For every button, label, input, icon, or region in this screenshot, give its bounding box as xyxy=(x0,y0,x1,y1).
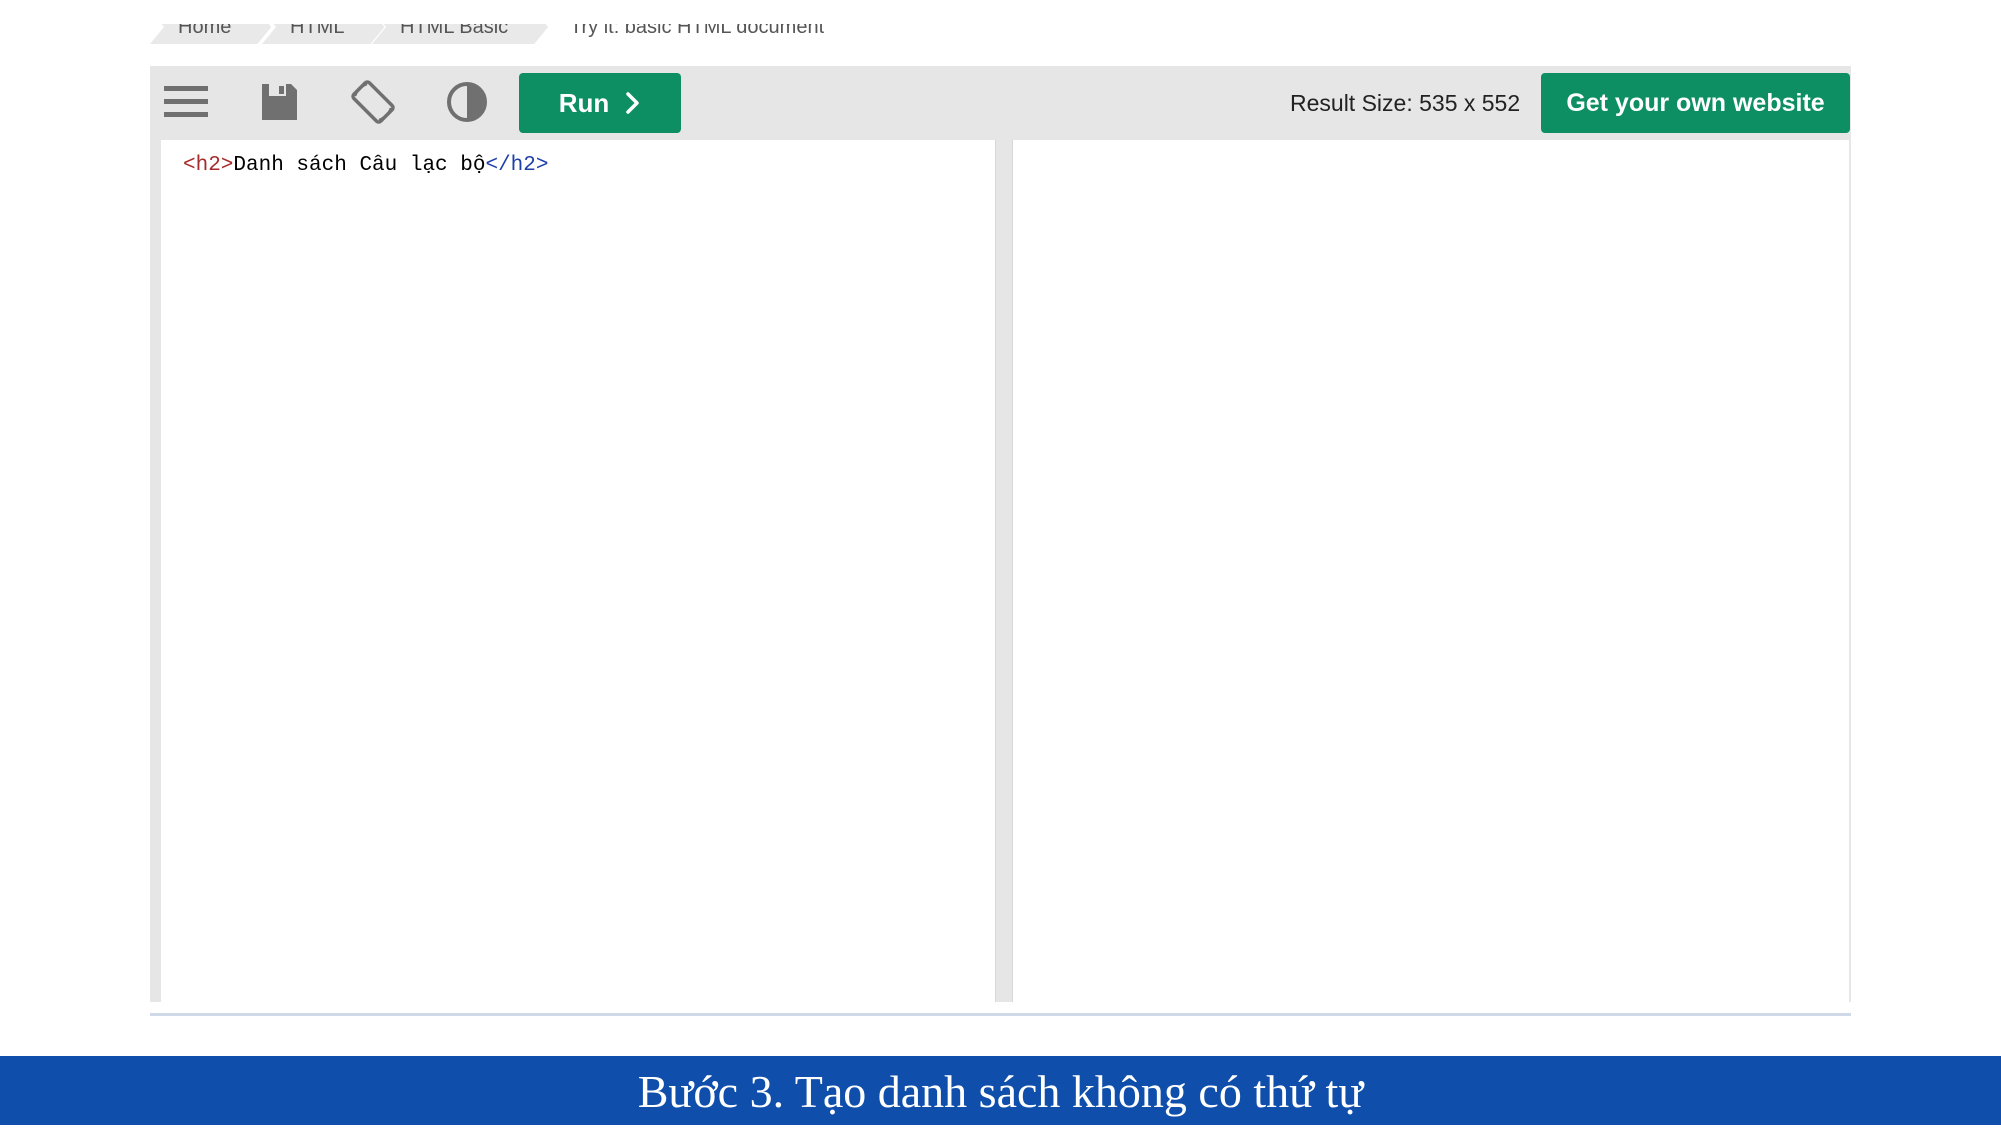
caption-bar: Bước 3. Tạo danh sách không có thứ tự xyxy=(0,1056,2001,1125)
contrast-theme-icon[interactable] xyxy=(443,78,491,126)
run-button-label: Run xyxy=(558,87,610,118)
code-editor[interactable]: <h2>Danh sách Câu lạc bộ</h2> xyxy=(161,140,996,1002)
code-text: Danh sách Câu lạc bộ xyxy=(233,154,486,177)
result-size-label: Result Size: 535 x 552 xyxy=(1290,90,1521,116)
rotate-orientation-icon[interactable] xyxy=(349,78,397,126)
breadcrumb: Home HTML HTML Basic Try it: basic HTML … xyxy=(150,24,1850,58)
result-preview xyxy=(1012,140,1849,1002)
floppy-disk-save-icon[interactable] xyxy=(255,78,303,126)
chevron-right-icon xyxy=(625,91,641,115)
hamburger-menu-icon[interactable] xyxy=(162,78,210,126)
run-button[interactable]: Run xyxy=(519,73,681,133)
breadcrumb-item-home[interactable]: Home xyxy=(150,24,271,44)
code-open-tag: <h2> xyxy=(183,154,234,177)
breadcrumb-item-html[interactable]: HTML xyxy=(262,24,384,44)
editor-toolbar: Run Result Size: 535 x 552 Get your own … xyxy=(150,66,1851,138)
breadcrumb-item-html-basic[interactable]: HTML Basic xyxy=(372,24,548,44)
get-your-own-website-button[interactable]: Get your own website xyxy=(1541,73,1850,133)
breadcrumb-item-current: Try it: basic HTML document xyxy=(570,24,825,38)
code-line-1[interactable]: <h2>Danh sách Câu lạc bộ</h2> xyxy=(183,154,548,177)
code-close-tag: </h2> xyxy=(485,154,549,177)
divider xyxy=(150,1013,1851,1016)
caption-text: Bước 3. Tạo danh sách không có thứ tự xyxy=(637,1066,1364,1117)
editor-panels: <h2>Danh sách Câu lạc bộ</h2> xyxy=(150,138,1851,1002)
